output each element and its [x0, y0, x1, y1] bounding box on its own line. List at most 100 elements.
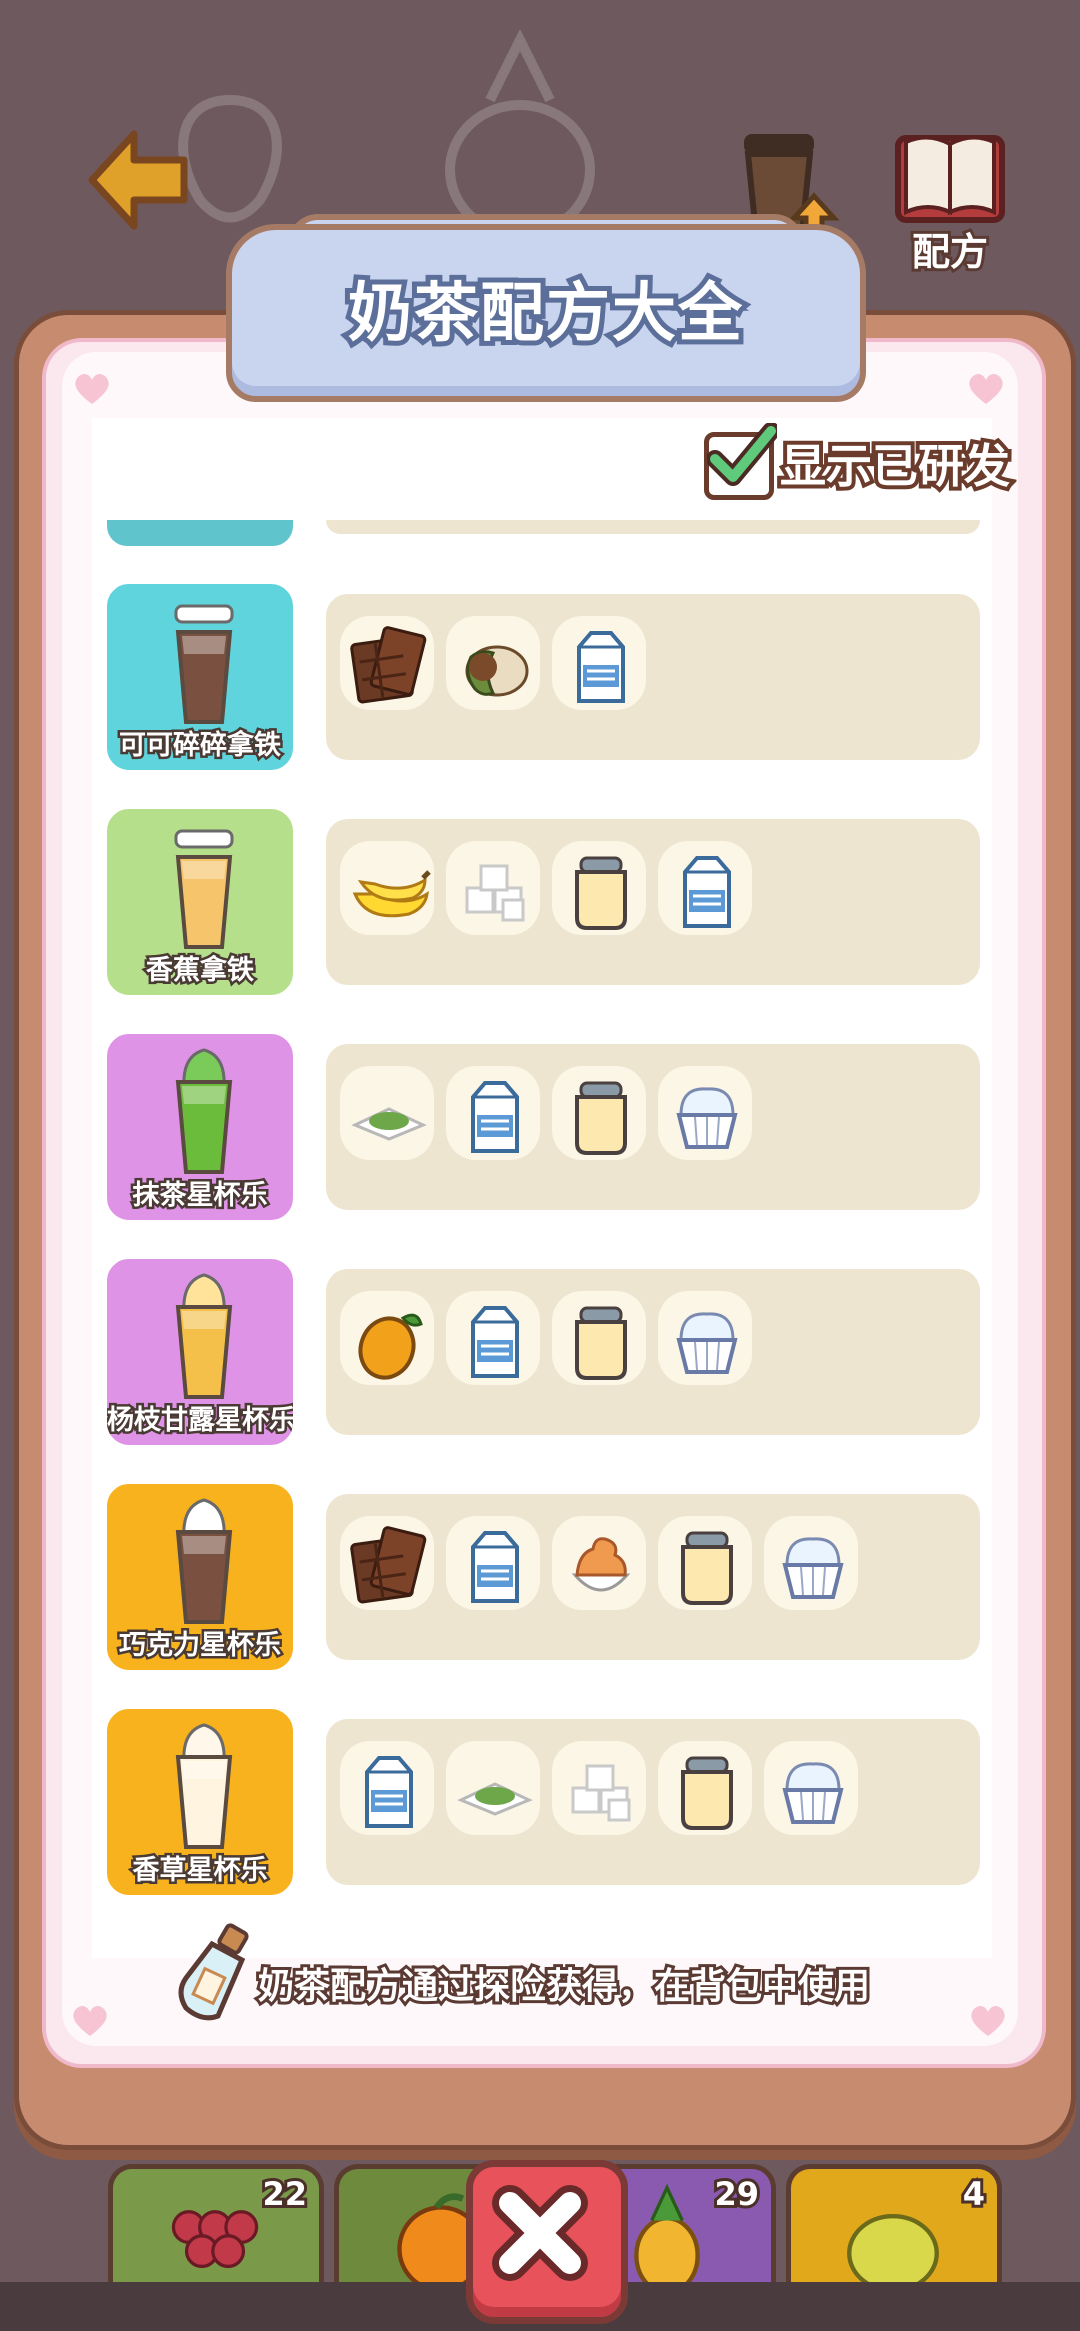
drink-name: 抹茶星杯乐	[130, 1178, 270, 1214]
condensed-milk-icon	[575, 1081, 627, 1155]
ingredient-slot	[340, 841, 434, 935]
recipe-row[interactable]: 香蕉拿铁	[0, 805, 1080, 1005]
back-arrow-icon[interactable]	[88, 128, 188, 232]
recipe-row[interactable]: 杨枝甘露星杯乐	[0, 1255, 1080, 1455]
ingredient-slot	[658, 1291, 752, 1385]
ingredient-row	[326, 1494, 980, 1660]
ingredient-slot	[764, 1741, 858, 1835]
milk-icon	[577, 631, 625, 703]
ingredient-slot	[658, 1066, 752, 1160]
book-icon	[895, 135, 1005, 223]
inventory-slot[interactable]: 4	[786, 2164, 1002, 2293]
condensed-milk-icon	[681, 1531, 733, 1605]
ingredient-slot	[552, 1741, 646, 1835]
ingredient-slot	[552, 1516, 646, 1610]
recipe-row[interactable]: 可可碎碎拿铁	[0, 580, 1080, 780]
chocolate-icon	[350, 1526, 427, 1604]
recipe-book-button[interactable]: 配方	[890, 126, 1010, 277]
condensed-milk-icon	[681, 1756, 733, 1830]
show-developed-checkbox[interactable]	[704, 423, 777, 500]
ingredient-slot	[446, 1291, 540, 1385]
ingredient-slot	[446, 1741, 540, 1835]
drink-name: 可可碎碎拿铁	[117, 728, 284, 764]
drink-icon	[175, 1048, 233, 1174]
sugar-cube-icon	[571, 1764, 631, 1822]
heart-decoration-icon	[73, 2005, 107, 2036]
ingredient-row	[326, 1269, 980, 1435]
ice-cream-icon	[782, 1762, 844, 1824]
ingredient-slot	[340, 1516, 434, 1610]
drink-name: 巧克力星杯乐	[117, 1628, 284, 1664]
caramel-cream-icon	[571, 1537, 631, 1592]
ingredient-row	[326, 594, 980, 760]
milk-icon	[683, 856, 731, 928]
hazelnut-icon	[465, 645, 529, 697]
lemon-icon	[847, 2213, 939, 2293]
chocolate-icon	[350, 626, 427, 704]
ingredient-slot	[552, 1066, 646, 1160]
ice-cream-icon	[676, 1087, 738, 1149]
checkmark-icon	[707, 423, 777, 486]
ingredient-slot	[658, 841, 752, 935]
drink-card[interactable]: 香草星杯乐	[103, 1705, 297, 1899]
ingredient-slot	[340, 616, 434, 710]
banana-icon	[352, 870, 431, 918]
ingredient-row	[326, 1719, 980, 1885]
ingredient-row-partial	[326, 520, 980, 534]
ingredient-row	[326, 1044, 980, 1210]
list-item-partial	[103, 520, 297, 550]
drink-card[interactable]: 抹茶星杯乐	[103, 1030, 297, 1224]
inventory-slot[interactable]: 22	[108, 2164, 324, 2289]
recipe-label: 配方	[909, 227, 991, 277]
ingredient-slot	[446, 1066, 540, 1160]
message-bottle-icon	[178, 1923, 249, 2021]
item-count: 4	[960, 2172, 988, 2216]
condensed-milk-icon	[575, 1306, 627, 1380]
drink-icon	[175, 1273, 233, 1399]
drink-name: 香蕉拿铁	[144, 953, 257, 989]
heart-decoration-icon	[971, 2005, 1005, 2036]
drink-card[interactable]: 香蕉拿铁	[103, 805, 297, 999]
ingredient-slot	[446, 616, 540, 710]
ingredient-slot	[340, 1741, 434, 1835]
milk-icon	[471, 1306, 519, 1378]
drink-icon	[174, 604, 234, 724]
sugar-cube-icon	[465, 864, 525, 922]
drink-icon	[175, 1498, 233, 1624]
ingredient-slot	[552, 841, 646, 935]
item-count: 29	[712, 2172, 762, 2216]
drink-card[interactable]: 可可碎碎拿铁	[103, 580, 297, 774]
ingredient-slot	[446, 841, 540, 935]
item-count: 22	[260, 2172, 310, 2216]
ingredient-slot	[446, 1516, 540, 1610]
milk-icon	[365, 1756, 413, 1828]
ice-cream-icon	[676, 1312, 738, 1374]
mango-icon	[358, 1313, 423, 1380]
close-icon	[492, 2185, 588, 2281]
matcha-powder-icon	[351, 1107, 427, 1141]
ingredient-slot	[658, 1516, 752, 1610]
drink-card[interactable]: 杨枝甘露星杯乐	[103, 1255, 297, 1449]
pineapple-bg-icon	[445, 30, 595, 240]
recipe-row[interactable]: 香草星杯乐	[0, 1705, 1080, 1905]
ingredient-slot	[658, 1741, 752, 1835]
condensed-milk-icon	[575, 856, 627, 930]
drink-card[interactable]: 巧克力星杯乐	[103, 1480, 297, 1674]
recipe-row[interactable]: 巧克力星杯乐	[0, 1480, 1080, 1680]
ingredient-slot	[340, 1291, 434, 1385]
drink-icon	[175, 1723, 233, 1849]
ingredient-row	[326, 819, 980, 985]
ingredient-slot	[764, 1516, 858, 1610]
show-developed-label[interactable]: 显示已研发	[776, 430, 1014, 497]
recipe-row[interactable]: 抹茶星杯乐	[0, 1030, 1080, 1230]
milk-icon	[471, 1081, 519, 1153]
heart-decoration-icon	[75, 373, 109, 404]
hint-text: 奶茶配方通过探险获得，在背包中使用	[255, 1963, 873, 2010]
drink-name: 香草星杯乐	[130, 1853, 270, 1889]
heart-decoration-icon	[969, 373, 1003, 404]
ingredient-slot	[552, 616, 646, 710]
ingredient-slot	[340, 1066, 434, 1160]
drink-icon	[174, 829, 234, 949]
ingredient-slot	[552, 1291, 646, 1385]
close-button[interactable]	[466, 2160, 628, 2324]
